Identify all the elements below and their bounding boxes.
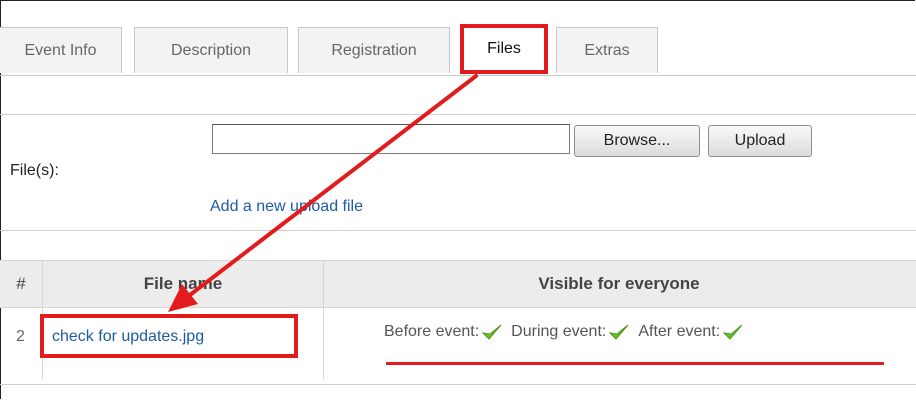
- tab-underline: [0, 75, 916, 76]
- browse-button[interactable]: Browse...: [574, 125, 700, 157]
- during-event-option: During event:: [511, 322, 630, 342]
- col-visibility-header: Visible for everyone: [538, 274, 700, 293]
- tab-label: Event Info: [24, 41, 97, 59]
- during-event-label: During event:: [511, 323, 607, 340]
- tab-registration[interactable]: Registration: [298, 27, 450, 73]
- after-event-label: After event:: [638, 323, 721, 340]
- file-path-input[interactable]: [212, 124, 570, 154]
- divider: [0, 384, 916, 385]
- row-index: 2: [16, 328, 25, 345]
- annotation-box: [40, 314, 298, 358]
- divider: [0, 230, 916, 231]
- tab-event-info[interactable]: Event Info: [0, 27, 122, 73]
- after-event-option: After event:: [638, 322, 744, 342]
- check-icon[interactable]: [608, 322, 630, 342]
- add-upload-link[interactable]: Add a new upload file: [210, 198, 363, 216]
- tab-label: Registration: [331, 41, 417, 59]
- tab-label: Description: [170, 41, 252, 59]
- upload-button[interactable]: Upload: [708, 125, 812, 157]
- table-header: # File name Visible for everyone: [0, 260, 916, 308]
- column-separator: [323, 307, 324, 379]
- col-index-header: #: [16, 274, 26, 293]
- tab-description[interactable]: Description: [134, 27, 288, 73]
- tab-label: Files: [487, 40, 521, 57]
- check-icon[interactable]: [481, 322, 503, 342]
- col-filename-header[interactable]: File name: [43, 261, 323, 307]
- before-event-label: Before event:: [384, 323, 480, 340]
- annotation-underline: [386, 362, 884, 365]
- divider: [0, 114, 916, 115]
- tab-label: Extras: [584, 41, 630, 59]
- before-event-option: Before event:: [384, 322, 503, 342]
- check-icon[interactable]: [722, 322, 744, 342]
- visibility-options: Before event: During event: After event:: [384, 322, 746, 342]
- files-label: File(s):: [10, 162, 59, 179]
- tab-files[interactable]: Files: [460, 24, 548, 74]
- tab-bar: Event Info Description Registration File…: [0, 24, 916, 76]
- tab-extras[interactable]: Extras: [556, 27, 658, 73]
